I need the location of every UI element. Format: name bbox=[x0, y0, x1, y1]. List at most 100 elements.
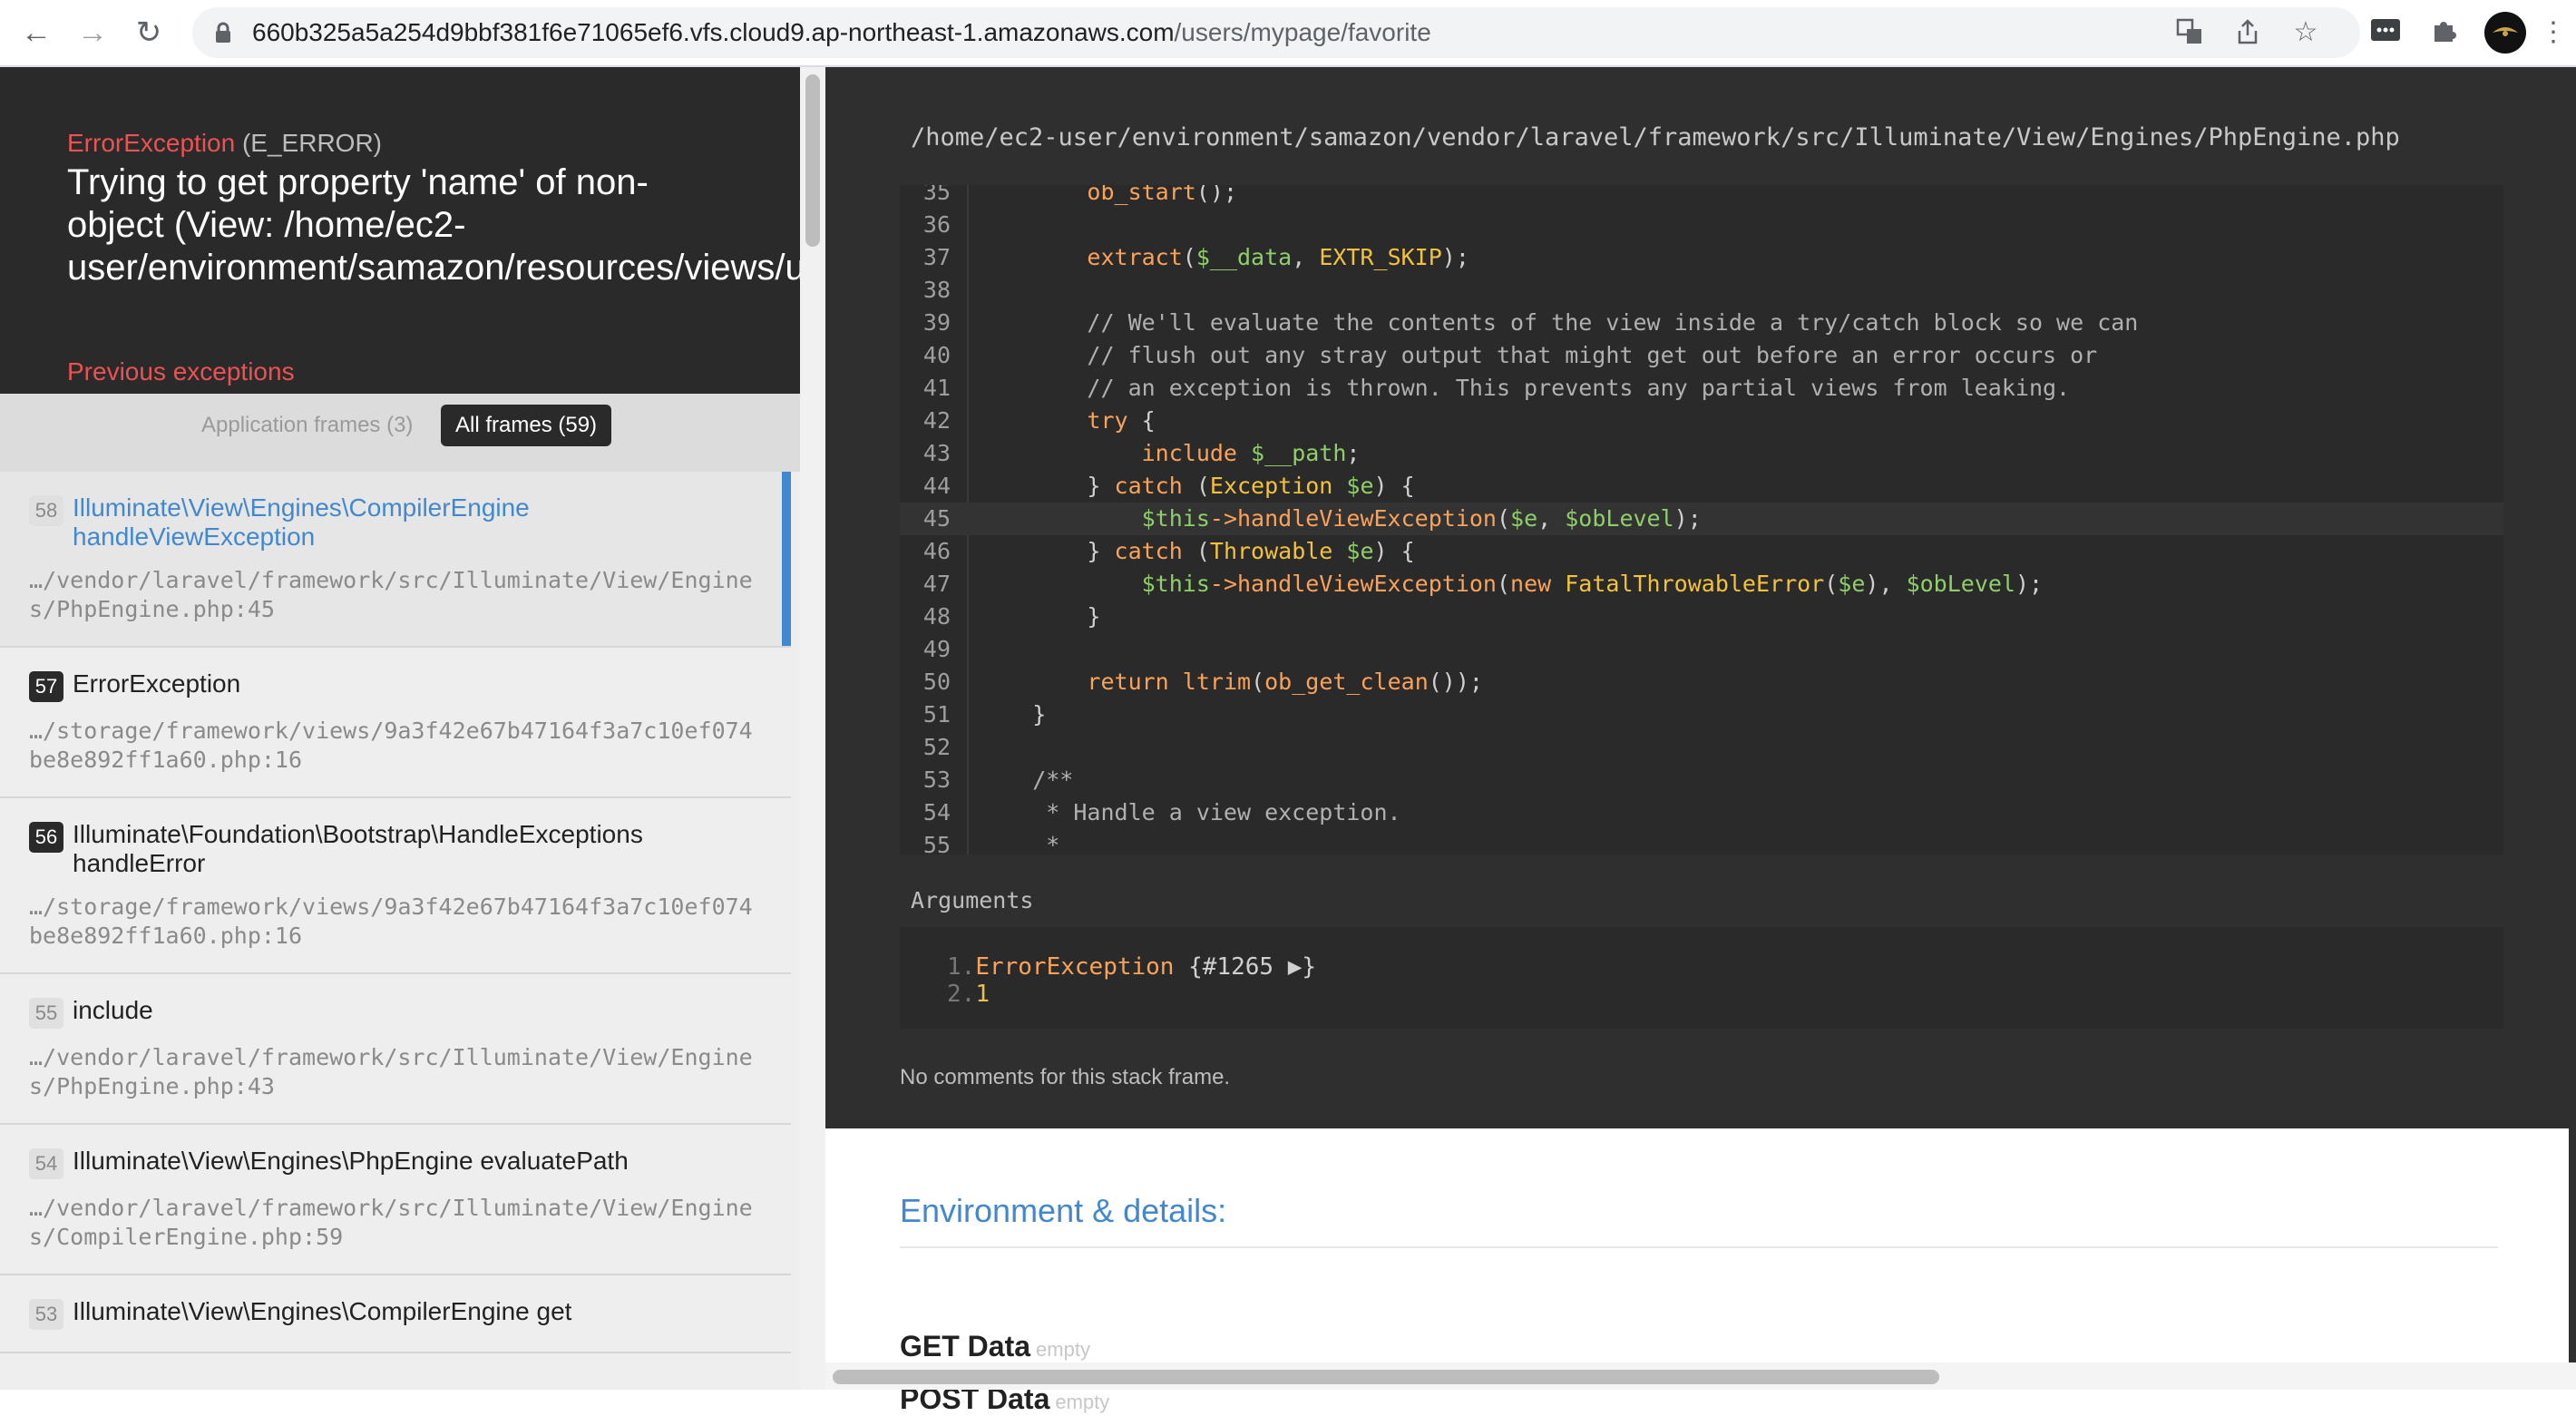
line-code: } catch (Exception $e) { bbox=[978, 473, 1415, 499]
code-line: 39 // We'll evaluate the contents of the… bbox=[900, 307, 2503, 339]
code-line: 52 bbox=[900, 731, 2503, 764]
frame-class: Illuminate\View\Engines\CompilerEngine g… bbox=[73, 1297, 572, 1325]
line-number: 40 bbox=[922, 342, 951, 368]
frame-class: Illuminate\View\Engines\CompilerEngine h… bbox=[73, 493, 530, 551]
code-line: 54 * Handle a view exception. bbox=[900, 796, 2503, 829]
line-number: 42 bbox=[922, 407, 951, 434]
translate-icon[interactable] bbox=[2175, 18, 2204, 47]
code-line: 48 } bbox=[900, 601, 2503, 633]
frame-item[interactable]: 53 Illuminate\View\Engines\CompilerEngine… bbox=[0, 1275, 791, 1353]
env-row-note: empty bbox=[1036, 1338, 1090, 1361]
line-code: $this->handleViewException($e, $obLevel)… bbox=[1141, 505, 1702, 532]
environment-divider bbox=[900, 1246, 2498, 1248]
frame-filter-bar: Application frames (3) All frames (59) bbox=[0, 394, 800, 472]
argument-item: 1.ErrorException {#1265 ▶} bbox=[947, 952, 1316, 981]
frame-class: Illuminate\View\Engines\PhpEngine evalua… bbox=[73, 1147, 629, 1175]
horizontal-scrollbar-thumb[interactable] bbox=[833, 1370, 1939, 1384]
exception-header: ErrorException (E_ERROR) Trying to get p… bbox=[0, 67, 800, 394]
frame-class: ErrorException bbox=[73, 669, 241, 698]
left-scrollbar[interactable] bbox=[800, 67, 825, 1390]
argument-value: 1 bbox=[975, 981, 990, 1008]
arguments-list: 1.ErrorException {#1265 ▶} 2.1 bbox=[900, 927, 2503, 1029]
all-frames-button[interactable]: All frames (59) bbox=[441, 405, 612, 446]
line-code: } catch (Throwable $e) { bbox=[978, 538, 1415, 564]
code-line: 37 extract($__data, EXTR_SKIP); bbox=[900, 241, 2503, 274]
frame-file: …/storage/framework/views/9a3f42e67b4716… bbox=[29, 894, 753, 949]
line-code: * Handle a view exception. bbox=[978, 799, 1401, 825]
env-row-label: GET Data bbox=[900, 1330, 1031, 1362]
frame-number-badge: 57 bbox=[29, 671, 63, 702]
code-line: 45 $this->handleViewException($e, $obLev… bbox=[900, 503, 2503, 535]
line-number: 43 bbox=[922, 440, 951, 466]
profile-avatar[interactable] bbox=[2483, 11, 2527, 54]
line-number: 49 bbox=[922, 636, 951, 662]
code-line: 51 } bbox=[900, 698, 2503, 731]
line-code: } bbox=[978, 603, 1101, 630]
puzzle-icon[interactable] bbox=[2427, 16, 2460, 49]
code-snippet: 35 ob_start(); 36 37 extract($__data, EXTR… bbox=[900, 185, 2503, 854]
url-host: 660b325a5a254d9bbf381f6e71065ef6.vfs.clo… bbox=[252, 18, 1175, 46]
line-number: 53 bbox=[922, 767, 951, 793]
line-code: try { bbox=[1087, 407, 1156, 434]
code-line: 35 ob_start(); bbox=[900, 185, 2503, 209]
previous-exceptions-link[interactable]: Previous exceptions bbox=[67, 357, 295, 386]
code-line: 43 include $__path; bbox=[900, 437, 2503, 470]
argument-index: 2. bbox=[947, 981, 976, 1008]
line-number: 36 bbox=[922, 211, 951, 238]
frame-title-row: 56 Illuminate\Foundation\Bootstrap\Handle… bbox=[29, 820, 764, 878]
reload-icon[interactable]: ↻ bbox=[129, 13, 169, 53]
line-code: // flush out any stray output that might… bbox=[978, 342, 2098, 368]
forward-icon[interactable]: → bbox=[73, 13, 112, 53]
line-code: } bbox=[978, 701, 1047, 728]
code-line: 50 return ltrim(ob_get_clean()); bbox=[900, 666, 2503, 698]
frame-detail-panel: /home/ec2-user/environment/samazon/vendo… bbox=[825, 67, 2576, 1415]
frame-class: Illuminate\Foundation\Bootstrap\HandleEx… bbox=[73, 820, 643, 877]
line-number: 50 bbox=[922, 669, 951, 695]
line-number: 45 bbox=[922, 505, 951, 532]
line-code: // an exception is thrown. This prevents… bbox=[978, 375, 2071, 401]
code-line: 42 try { bbox=[900, 405, 2503, 437]
line-number: 48 bbox=[922, 603, 951, 630]
code-line: 44 } catch (Exception $e) { bbox=[900, 470, 2503, 503]
line-number: 35 bbox=[922, 185, 951, 205]
frame-file: …/vendor/laravel/framework/src/Illuminat… bbox=[29, 1195, 753, 1250]
menu-kebab-icon[interactable]: ⋮ bbox=[2540, 16, 2567, 49]
share-icon[interactable] bbox=[2233, 18, 2262, 47]
exception-message: Trying to get property 'name' of non-obj… bbox=[67, 162, 800, 288]
application-frames-button[interactable]: Application frames (3) bbox=[187, 405, 427, 446]
code-line: 55 * bbox=[900, 829, 2503, 854]
bookmark-star-icon[interactable]: ☆ bbox=[2291, 18, 2320, 47]
line-number: 55 bbox=[922, 832, 951, 854]
right-scroll-edge bbox=[2569, 67, 2576, 1362]
frame-item[interactable]: 56 Illuminate\Foundation\Bootstrap\Handle… bbox=[0, 798, 791, 974]
frame-file: …/storage/framework/views/9a3f42e67b4716… bbox=[29, 718, 753, 773]
frame-title-row: 53 Illuminate\View\Engines\CompilerEngine… bbox=[29, 1297, 764, 1330]
line-code: $this->handleViewException(new FatalThro… bbox=[1141, 571, 2044, 597]
extension-icon[interactable] bbox=[2369, 16, 2402, 49]
no-comments-text: No comments for this stack frame. bbox=[900, 1065, 1231, 1089]
url-path: /users/mypage/favorite bbox=[1174, 18, 1431, 46]
stack-frames-panel: ErrorException (E_ERROR) Trying to get p… bbox=[0, 67, 800, 1390]
horizontal-scrollbar[interactable] bbox=[825, 1362, 2576, 1390]
frame-item[interactable]: 58 Illuminate\View\Engines\CompilerEngine… bbox=[0, 472, 791, 648]
frame-item[interactable]: 55 include …/vendor/laravel/framework/src/… bbox=[0, 974, 791, 1125]
env-row-get: GET Data empty bbox=[900, 1330, 1090, 1363]
arguments-label: Arguments bbox=[911, 887, 1034, 913]
line-number: 54 bbox=[922, 799, 951, 825]
code-line: 53 /** bbox=[900, 764, 2503, 796]
line-code: return ltrim(ob_get_clean()); bbox=[1087, 669, 1483, 695]
line-number: 52 bbox=[922, 734, 951, 760]
left-scrollbar-thumb[interactable] bbox=[805, 74, 820, 247]
frame-item[interactable]: 57 ErrorException …/storage/framework/view… bbox=[0, 648, 791, 798]
argument-value[interactable]: {#1265 ▶} bbox=[1174, 953, 1316, 981]
line-number: 37 bbox=[922, 244, 951, 270]
code-line: 49 bbox=[900, 633, 2503, 666]
argument-index: 1. bbox=[947, 953, 976, 981]
frame-class: include bbox=[73, 996, 153, 1024]
line-code: include $__path; bbox=[1141, 440, 1361, 466]
frame-title-row: 55 include bbox=[29, 996, 764, 1029]
frame-item[interactable]: 54 Illuminate\View\Engines\PhpEngine eval… bbox=[0, 1125, 791, 1275]
address-bar[interactable]: 660b325a5a254d9bbf381f6e71065ef6.vfs.clo… bbox=[192, 7, 2360, 58]
back-icon[interactable]: ← bbox=[16, 13, 56, 53]
lock-icon bbox=[214, 22, 232, 48]
